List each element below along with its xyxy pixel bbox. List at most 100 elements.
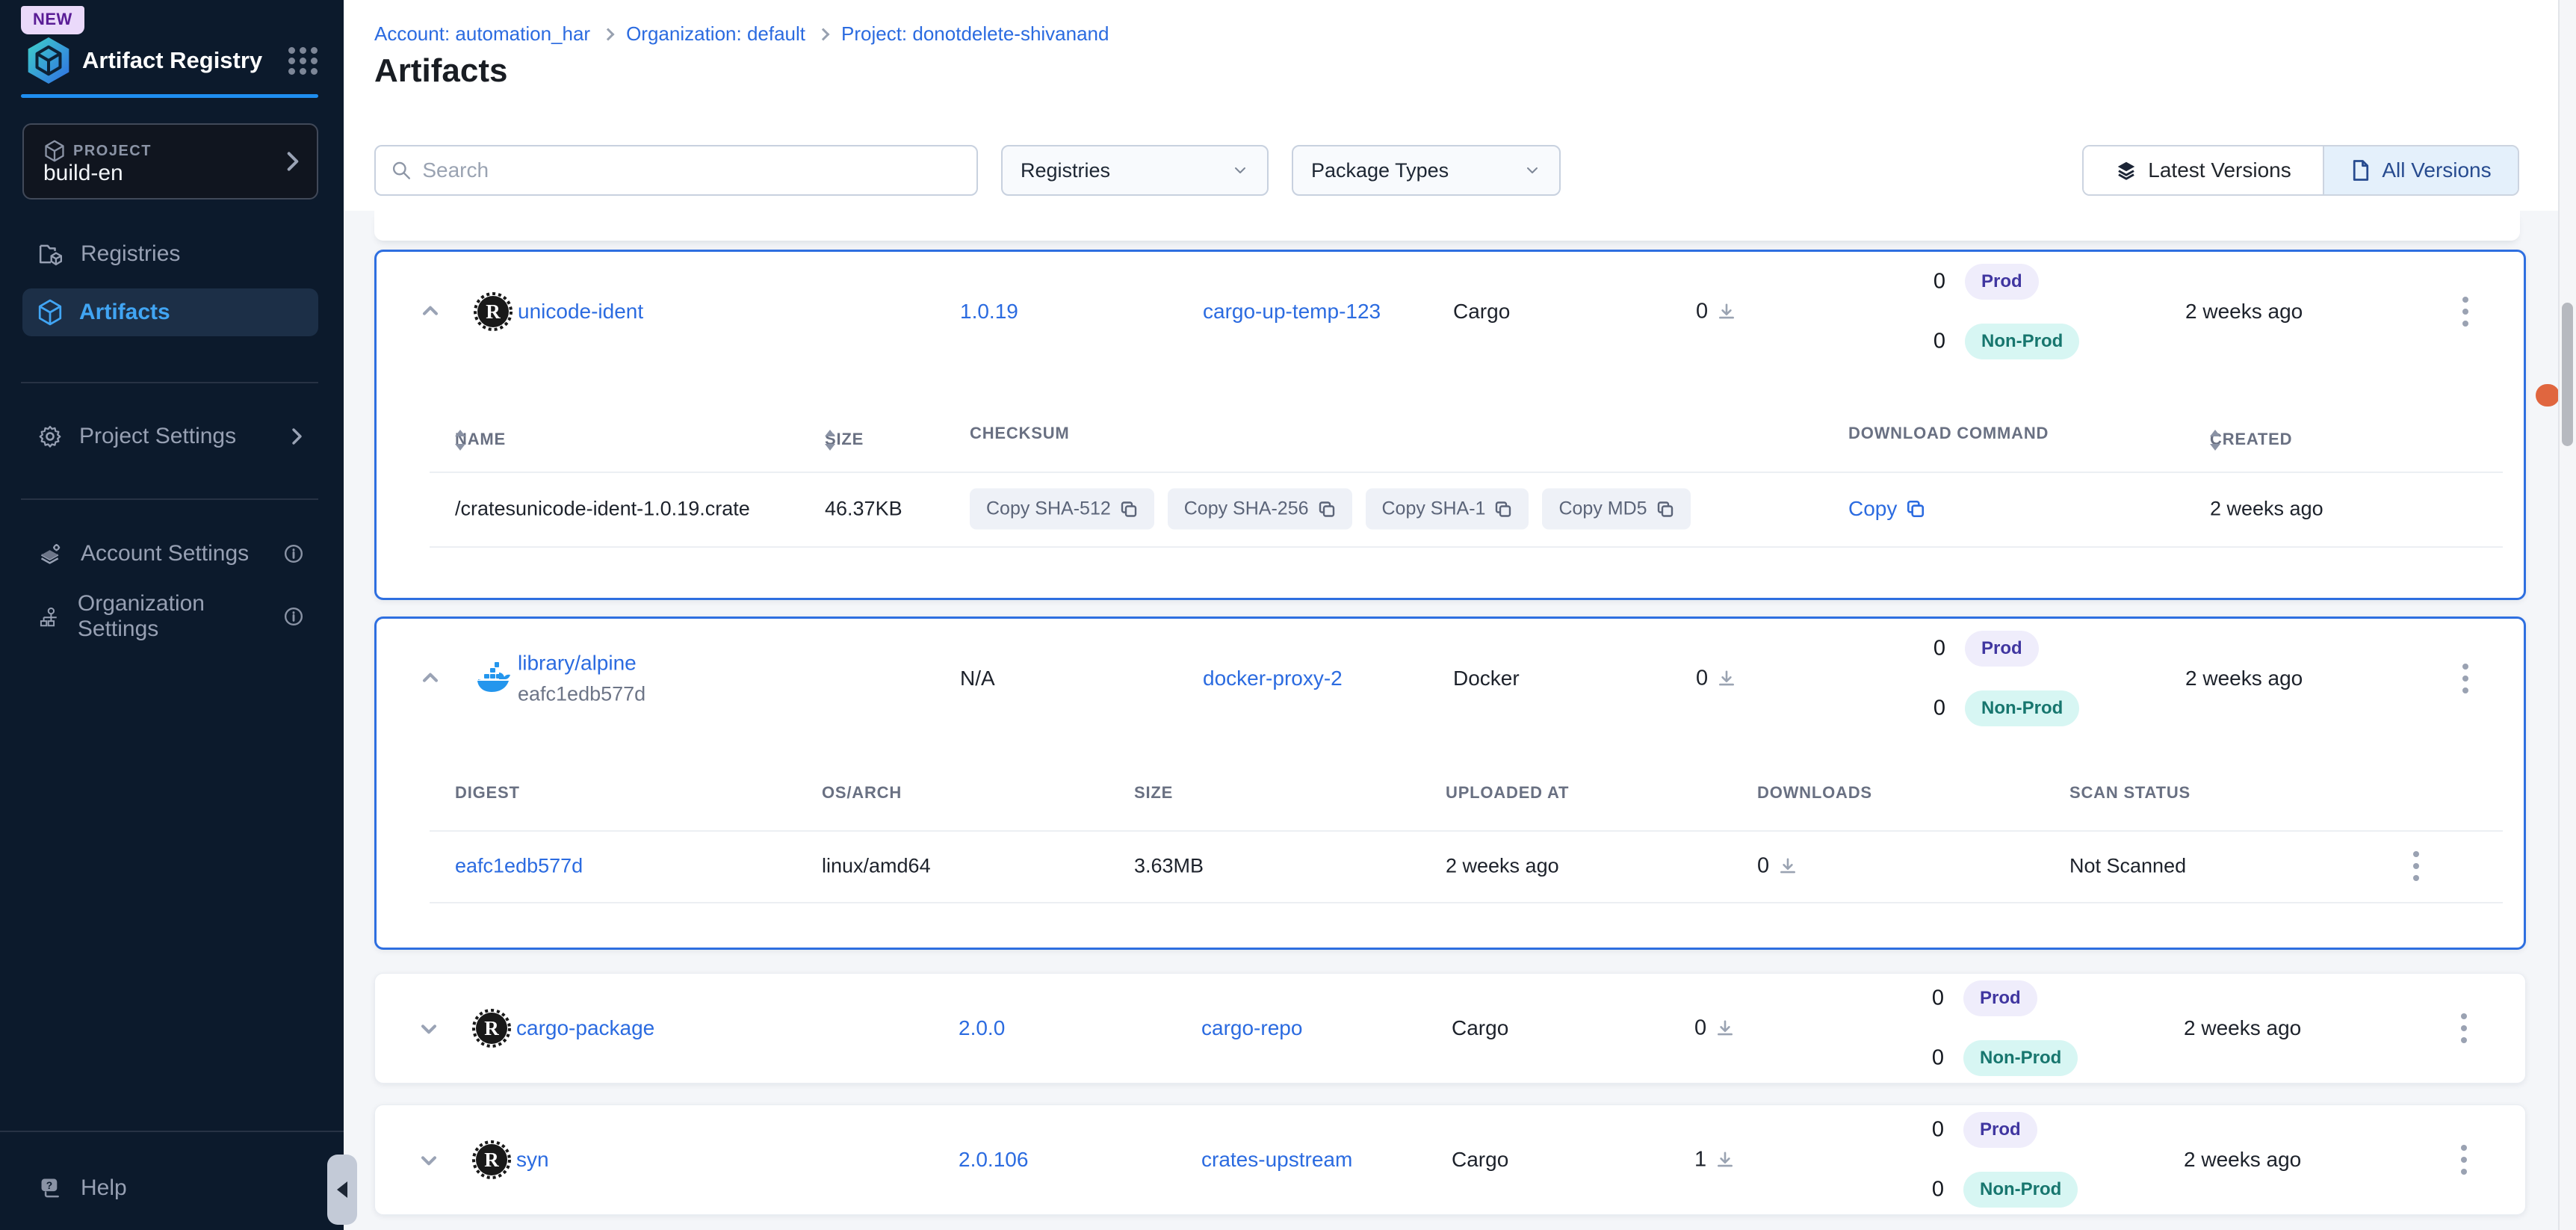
non-prod-badge: Non-Prod: [1965, 690, 2079, 726]
checksum-chips: Copy SHA-512 Copy SHA-256 Copy SHA-1: [970, 489, 1691, 530]
file-size: 46.37KB: [825, 498, 902, 521]
search-input[interactable]: [422, 158, 962, 182]
copy-icon: [1906, 499, 1925, 519]
all-versions-button[interactable]: All Versions: [2324, 146, 2518, 194]
artifact-name-link[interactable]: cargo-package: [516, 1016, 654, 1040]
artifact-registry-link[interactable]: cargo-repo: [1201, 1016, 1302, 1040]
project-selector[interactable]: PROJECT build-en: [22, 123, 318, 200]
package-types-filter-dropdown[interactable]: Package Types: [1292, 145, 1561, 196]
breadcrumb-account-link[interactable]: Account: automation_har: [374, 22, 590, 46]
copy-sha1-button[interactable]: Copy SHA-1: [1366, 489, 1529, 530]
row-menu-kebab-icon[interactable]: [2450, 658, 2480, 699]
sidebar-item-account-settings[interactable]: Account Settings: [22, 530, 318, 578]
copy-md5-button[interactable]: Copy MD5: [1542, 489, 1690, 530]
column-header-label: CREATED: [2210, 430, 2292, 449]
download-icon: [1717, 302, 1736, 321]
downloads-count: 0: [1696, 667, 1708, 691]
copy-download-command-button[interactable]: Copy: [1848, 497, 1925, 521]
artifact-downloads: 1: [1694, 1148, 1735, 1172]
svg-text:R: R: [484, 1017, 499, 1039]
copy-sha512-button[interactable]: Copy SHA-512: [970, 489, 1154, 530]
prod-count: 0: [1901, 1118, 1944, 1143]
download-icon: [1715, 1150, 1735, 1169]
row-menu-kebab-icon[interactable]: [2401, 845, 2431, 887]
file-name: /cratesunicode-ident-1.0.19.crate: [455, 498, 750, 521]
app-grid-icon[interactable]: [288, 46, 318, 75]
file-icon: [2350, 159, 2371, 182]
download-icon: [1778, 856, 1798, 876]
artifact-version-link[interactable]: 2.0.106: [959, 1148, 1028, 1172]
artifact-name-link[interactable]: unicode-ident: [518, 300, 643, 324]
project-label: PROJECT: [73, 143, 152, 160]
breadcrumb-separator-icon: [602, 28, 615, 40]
page-title: Artifacts: [374, 52, 508, 90]
latest-versions-button[interactable]: Latest Versions: [2084, 146, 2324, 194]
artifact-name-link[interactable]: library/alpine: [518, 652, 645, 676]
artifact-registry-link[interactable]: cargo-up-temp-123: [1203, 300, 1381, 324]
column-header-scan-status: SCAN STATUS: [2069, 783, 2190, 803]
artifact-row: library/alpine eafc1edb577d N/A docker-p…: [377, 619, 2524, 738]
artifact-registry-logo-icon: [25, 36, 72, 85]
sidebar-item-project-settings[interactable]: Project Settings: [22, 412, 318, 460]
digest-link[interactable]: eafc1edb577d: [455, 855, 583, 878]
sidebar-item-help[interactable]: ? Help: [22, 1164, 318, 1212]
artifact-package-type: Docker: [1453, 667, 1520, 690]
manifests-subtable-header: DIGEST OS/ARCH SIZE UPLOADED AT DOWNLOAD…: [377, 777, 2524, 830]
row-menu-kebab-icon[interactable]: [2449, 1007, 2479, 1049]
artifact-card-library-alpine: library/alpine eafc1edb577d N/A docker-p…: [374, 616, 2526, 950]
collapse-chevron-up-icon[interactable]: [414, 295, 447, 328]
sidebar-item-artifacts[interactable]: Artifacts: [22, 288, 318, 336]
search-box: [374, 145, 978, 196]
non-prod-badge: Non-Prod: [1965, 324, 2079, 359]
project-cube-icon: [43, 140, 66, 162]
artifact-version-link[interactable]: 2.0.0: [959, 1016, 1005, 1040]
artifact-package-type: Cargo: [1452, 1148, 1508, 1172]
sidebar-item-label: Registries: [81, 241, 180, 267]
row-separator: [430, 902, 2503, 903]
artifact-row: R unicode-ident 1.0.19 cargo-up-temp-123…: [377, 252, 2524, 371]
latest-versions-label: Latest Versions: [2148, 158, 2291, 182]
scrollbar-track[interactable]: [2558, 0, 2576, 1230]
artifact-updated: 2 weeks ago: [2185, 300, 2303, 324]
artifact-version-link[interactable]: 1.0.19: [960, 300, 1018, 324]
row-menu-kebab-icon[interactable]: [2449, 1139, 2479, 1181]
expand-chevron-down-icon[interactable]: [412, 1012, 445, 1045]
artifact-name-link[interactable]: syn: [516, 1148, 549, 1172]
sort-icon: [2210, 430, 2220, 451]
artifact-card-partial: [374, 211, 2520, 241]
collapse-chevron-up-icon[interactable]: [414, 662, 447, 695]
expand-chevron-down-icon[interactable]: [412, 1143, 445, 1176]
column-header-uploaded-at: UPLOADED AT: [1446, 783, 1569, 803]
collapse-arrow-icon: [337, 1181, 347, 1198]
copy-sha256-button[interactable]: Copy SHA-256: [1168, 489, 1352, 530]
size-value: 3.63MB: [1134, 855, 1204, 878]
copy-icon: [1656, 500, 1674, 518]
prod-count: 0: [1902, 637, 1945, 661]
artifact-updated: 2 weeks ago: [2184, 1016, 2301, 1040]
layers-icon: [2115, 159, 2137, 182]
registries-filter-dropdown[interactable]: Registries: [1001, 145, 1269, 196]
sidebar-item-label: Artifacts: [79, 300, 170, 325]
artifact-package-type: Cargo: [1452, 1016, 1508, 1040]
column-header-download-command: DOWNLOAD COMMAND: [1848, 424, 2049, 443]
breadcrumb-organization-link[interactable]: Organization: default: [626, 22, 805, 46]
registries-filter-label: Registries: [1021, 159, 1110, 182]
artifact-registry-link[interactable]: docker-proxy-2: [1203, 667, 1343, 690]
sidebar-collapse-handle[interactable]: [327, 1155, 357, 1225]
scrollbar-thumb[interactable]: [2562, 303, 2573, 446]
sidebar-item-registries[interactable]: Registries: [22, 230, 318, 278]
artifact-registry-link[interactable]: crates-upstream: [1201, 1148, 1352, 1172]
main-content: Account: automation_har Organization: de…: [344, 0, 2576, 1230]
prod-badge: Prod: [1965, 264, 2039, 300]
column-header-checksum: CHECKSUM: [970, 424, 1070, 443]
artifact-updated: 2 weeks ago: [2185, 667, 2303, 690]
breadcrumb-project-link[interactable]: Project: donotdelete-shivanand: [841, 22, 1109, 46]
breadcrumb-separator-icon: [817, 28, 830, 40]
sidebar-item-organization-settings[interactable]: Organization Settings: [22, 593, 318, 640]
prod-badge: Prod: [1963, 1112, 2037, 1148]
sidebar-divider: [0, 1131, 344, 1132]
row-menu-kebab-icon[interactable]: [2450, 291, 2480, 333]
registries-icon: [37, 241, 64, 267]
layers-gear-icon: [37, 541, 64, 566]
cargo-package-icon: R: [472, 1009, 511, 1048]
